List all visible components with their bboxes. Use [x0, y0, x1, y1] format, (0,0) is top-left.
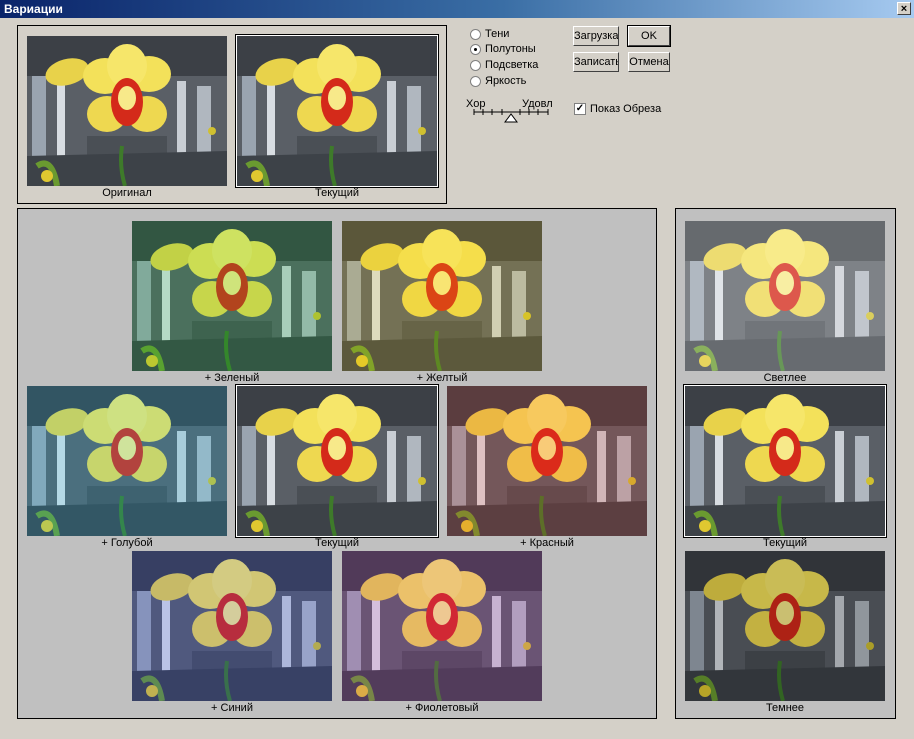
radio-shadows-label: Тени: [485, 28, 510, 40]
orchid-photo-icon: [685, 551, 885, 701]
radio-saturation-dot[interactable]: [470, 75, 481, 87]
save-button[interactable]: Записать: [573, 52, 619, 72]
cyan-caption: + Голубой: [101, 537, 153, 549]
color-current-caption: Текущий: [315, 537, 359, 549]
brightness-panel: Светлее Текущий Темнее: [675, 208, 896, 719]
orchid-photo-icon: [27, 36, 227, 186]
show-clipping-label: Показ Обреза: [590, 103, 662, 115]
orchid-photo-icon: [132, 551, 332, 701]
brightness-current-caption: Текущий: [763, 537, 807, 549]
magenta-variation[interactable]: [342, 551, 542, 701]
orchid-photo-icon: [237, 36, 437, 186]
radio-highlights-label: Подсветка: [485, 59, 539, 71]
window-title: Вариации: [4, 2, 63, 16]
title-bar: Вариации ×: [0, 0, 914, 18]
cyan-variation[interactable]: [27, 386, 227, 536]
orchid-photo-icon: [342, 551, 542, 701]
original-caption: Оригинал: [102, 187, 152, 199]
magenta-caption: + Фиолетовый: [405, 702, 479, 714]
radio-shadows-dot[interactable]: [470, 28, 481, 40]
brightness-current-thumbnail: [684, 385, 886, 537]
show-clipping-checkbox[interactable]: ✓ Показ Обреза: [574, 103, 661, 115]
load-button[interactable]: Загрузка: [573, 26, 619, 46]
fine-coarse-slider[interactable]: [472, 108, 552, 124]
yellow-caption: + Желтый: [416, 372, 468, 384]
orchid-photo-icon: [447, 386, 647, 536]
orchid-photo-icon: [342, 221, 542, 371]
color-current-thumbnail: [236, 385, 438, 537]
slider-thumb-icon: [504, 113, 518, 123]
radio-highlights[interactable]: Подсветка: [470, 59, 538, 71]
lighter-variation[interactable]: [685, 221, 885, 371]
radio-shadows[interactable]: Тени: [470, 28, 509, 40]
blue-variation[interactable]: [132, 551, 332, 701]
red-variation[interactable]: [447, 386, 647, 536]
lighter-caption: Светлее: [763, 372, 807, 384]
ok-button[interactable]: OK: [627, 25, 671, 47]
preview-frame: Оригинал Текущий: [17, 25, 447, 204]
orchid-photo-icon: [685, 386, 885, 536]
orchid-photo-icon: [27, 386, 227, 536]
radio-midtones-dot[interactable]: [470, 43, 481, 55]
radio-saturation-label: Яркость: [485, 75, 527, 87]
yellow-variation[interactable]: [342, 221, 542, 371]
darker-caption: Темнее: [765, 702, 805, 714]
checkbox-check-icon[interactable]: ✓: [574, 103, 586, 115]
close-button[interactable]: ×: [897, 2, 911, 15]
orchid-photo-icon: [237, 386, 437, 536]
blue-caption: + Синий: [211, 702, 253, 714]
radio-midtones[interactable]: Полутоны: [470, 43, 536, 55]
current-thumbnail: [236, 35, 438, 187]
radio-midtones-label: Полутоны: [485, 43, 536, 55]
color-variations-panel: + Зеленый + Желтый + Голубой Текущий + К…: [17, 208, 657, 719]
green-caption: + Зеленый: [204, 372, 260, 384]
green-variation[interactable]: [132, 221, 332, 371]
cancel-button[interactable]: Отмена: [628, 52, 670, 72]
darker-variation[interactable]: [685, 551, 885, 701]
red-caption: + Красный: [520, 537, 574, 549]
original-thumbnail: [27, 36, 227, 186]
orchid-photo-icon: [685, 221, 885, 371]
current-caption: Текущий: [315, 187, 359, 199]
orchid-photo-icon: [132, 221, 332, 371]
radio-saturation[interactable]: Яркость: [470, 75, 526, 87]
radio-highlights-dot[interactable]: [470, 59, 481, 71]
